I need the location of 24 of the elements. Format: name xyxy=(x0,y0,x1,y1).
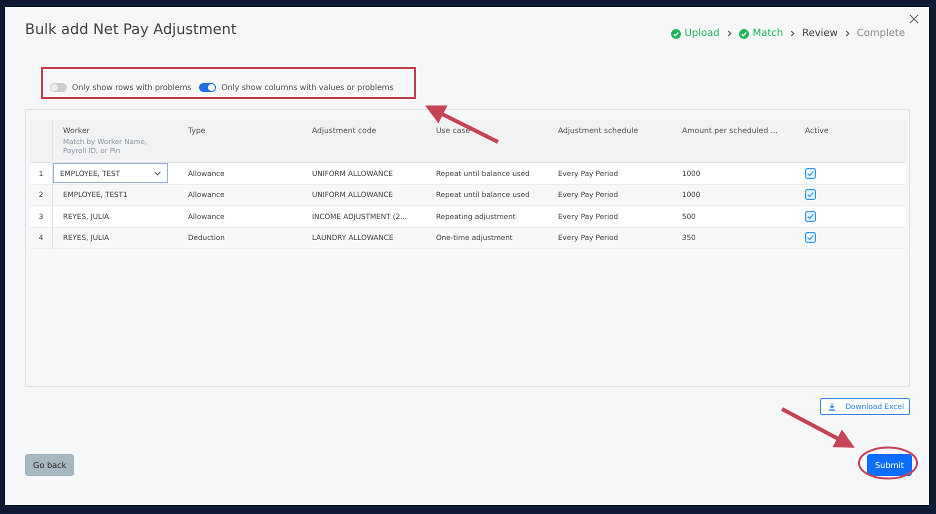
submit-button[interactable]: Submit xyxy=(866,454,912,476)
close-icon[interactable] xyxy=(909,14,919,24)
chevron-icon xyxy=(726,30,732,37)
dialog-title: Bulk add Net Pay Adjustment xyxy=(25,21,238,38)
download-icon xyxy=(828,402,836,410)
toggle-label: Only show columns with values or problems xyxy=(221,82,394,92)
step-label: Upload xyxy=(670,28,720,39)
checkbox[interactable] xyxy=(805,210,816,222)
check-circle-icon xyxy=(670,28,681,38)
checkbox[interactable] xyxy=(805,232,816,244)
step-label: Review xyxy=(802,28,838,39)
caret-icon xyxy=(154,170,161,176)
check-circle-icon xyxy=(738,28,749,38)
toggle-switch[interactable] xyxy=(50,82,67,92)
chevron-icon xyxy=(844,30,850,37)
checkbox[interactable] xyxy=(805,189,816,200)
toggle-switch[interactable] xyxy=(199,82,216,92)
toggle-label: Only show rows with problems xyxy=(72,82,192,92)
go-back-button[interactable]: Go back xyxy=(25,454,74,476)
step-label: Match xyxy=(738,28,784,39)
step-label: Complete xyxy=(856,28,905,39)
checkbox[interactable] xyxy=(805,168,816,179)
annotation-circle xyxy=(858,446,918,480)
chevron-icon xyxy=(790,30,796,37)
